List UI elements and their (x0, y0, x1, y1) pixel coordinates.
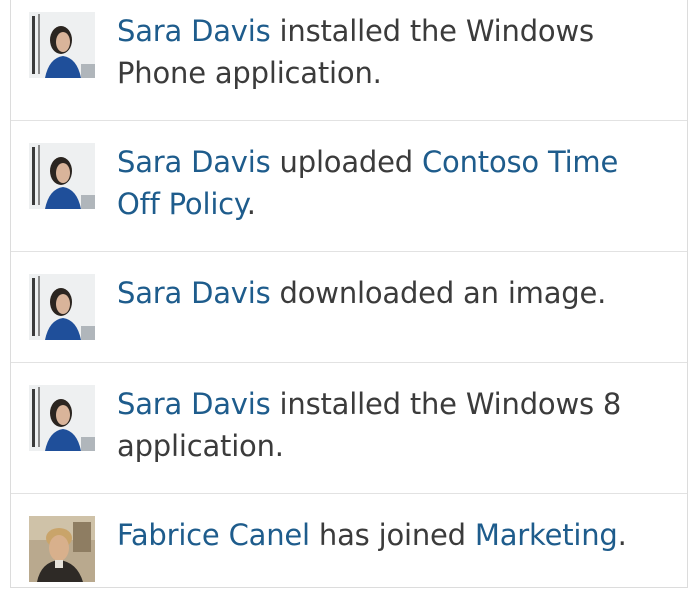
actor-link[interactable]: Sara Davis (117, 145, 271, 179)
activity-punctuation: . (617, 518, 627, 552)
activity-item: Sara Davis installed the Windows 8 appli… (11, 363, 687, 494)
activity-item: Sara Davis uploaded Contoso Time Off Pol… (11, 121, 687, 252)
actor-link[interactable]: Sara Davis (117, 276, 271, 310)
sara-davis-avatar[interactable] (29, 143, 95, 209)
activity-text: Sara Davis uploaded Contoso Time Off Pol… (117, 141, 669, 225)
sara-davis-avatar[interactable] (29, 385, 95, 451)
activity-text: Fabrice Canel has joined Marketing. (117, 514, 669, 556)
actor-link[interactable]: Sara Davis (117, 14, 271, 48)
activity-description: downloaded an image. (270, 276, 607, 310)
activity-description: uploaded (270, 145, 422, 179)
fabrice-canel-avatar[interactable] (29, 516, 95, 582)
activity-item: Fabrice Canel has joined Marketing. (11, 494, 687, 588)
sara-davis-avatar[interactable] (29, 274, 95, 340)
activity-punctuation: . (246, 187, 256, 221)
actor-link[interactable]: Sara Davis (117, 387, 271, 421)
group-link[interactable]: Marketing (475, 518, 618, 552)
activity-text: Sara Davis installed the Windows Phone a… (117, 10, 669, 94)
activity-feed: Sara Davis installed the Windows Phone a… (10, 0, 688, 588)
actor-link[interactable]: Fabrice Canel (117, 518, 310, 552)
activity-description: has joined (309, 518, 475, 552)
activity-item: Sara Davis installed the Windows Phone a… (11, 0, 687, 121)
activity-text: Sara Davis downloaded an image. (117, 272, 669, 314)
activity-text: Sara Davis installed the Windows 8 appli… (117, 383, 669, 467)
activity-item: Sara Davis downloaded an image. (11, 252, 687, 363)
sara-davis-avatar[interactable] (29, 12, 95, 78)
